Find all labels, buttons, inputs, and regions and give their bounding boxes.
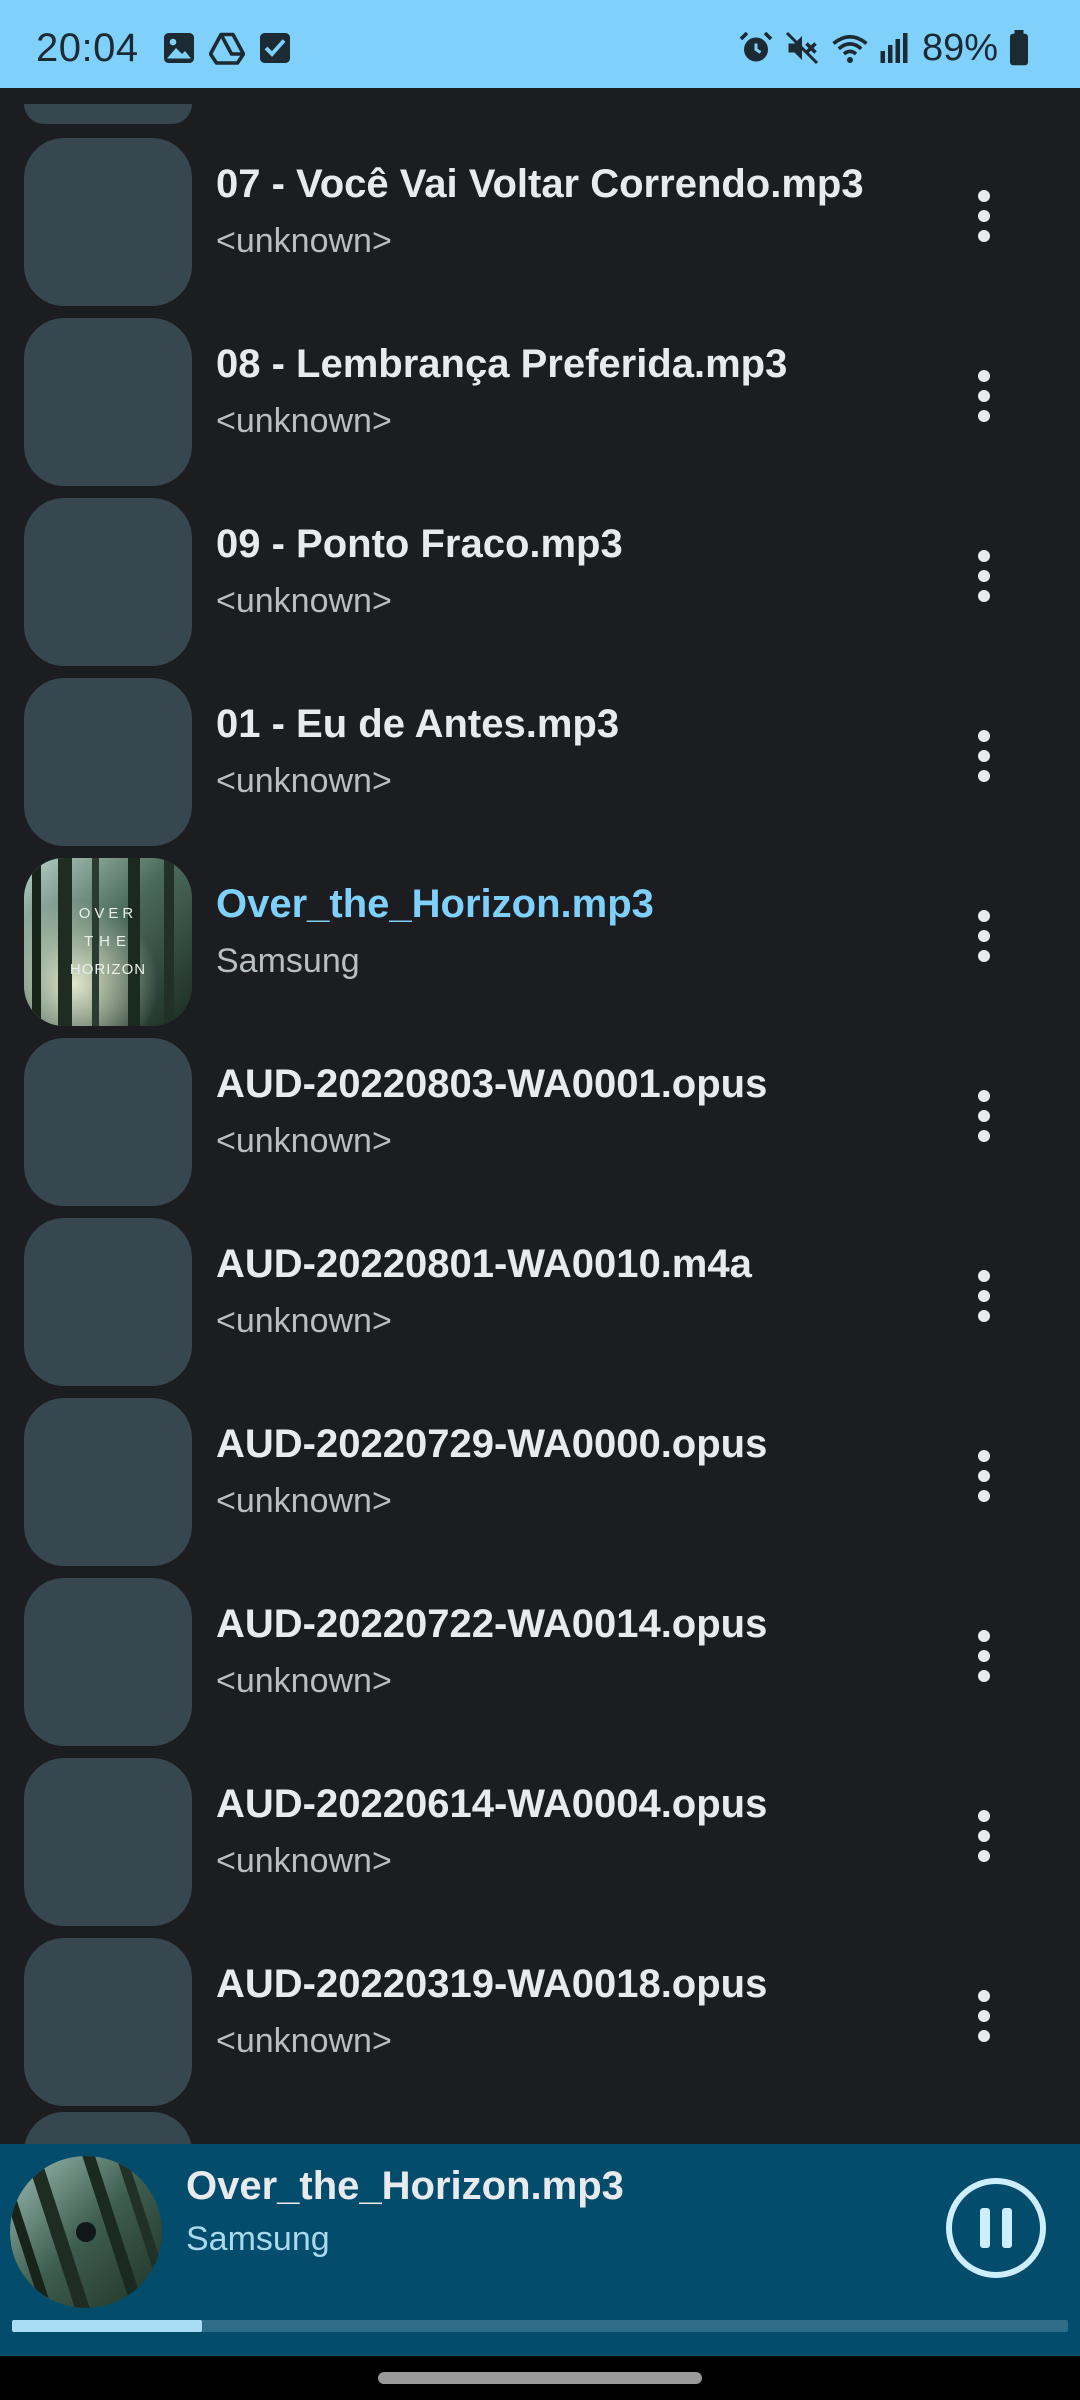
more-vert-icon — [978, 910, 990, 962]
status-bar: 20:04 89% — [0, 0, 1080, 88]
album-art-text-line2: THE — [84, 933, 132, 950]
song-title: 09 - Ponto Fraco.mp3 — [216, 522, 623, 566]
playback-progress-bar[interactable] — [12, 2320, 1068, 2332]
song-row[interactable]: 07 - Você Vai Voltar Correndo.mp3 <unknow… — [0, 126, 1080, 306]
album-art — [24, 678, 192, 846]
song-row[interactable]: OVER THE HORIZON Over_the_Horizon.mp3 Samsun… — [0, 846, 1080, 1026]
battery-percent: 89% — [921, 26, 998, 69]
song-row[interactable]: AUD-20220803-WA0001.opus <unknown> — [0, 1026, 1080, 1206]
song-list[interactable]: 07 - Você Vai Voltar Correndo.mp3 <unknow… — [0, 88, 1080, 2144]
album-art — [24, 138, 192, 306]
song-title: Over_the_Horizon.mp3 — [216, 882, 654, 926]
song-title: 07 - Você Vai Voltar Correndo.mp3 — [216, 162, 864, 206]
album-art-text-line1: OVER — [79, 905, 138, 922]
song-title: AUD-20220614-WA0004.opus — [216, 1782, 768, 1826]
more-options-button[interactable] — [956, 348, 1012, 444]
album-art — [24, 498, 192, 666]
album-art — [24, 318, 192, 486]
more-options-button[interactable] — [956, 1968, 1012, 2064]
battery-icon — [1008, 30, 1044, 66]
song-artist: Samsung — [216, 942, 360, 980]
song-artist: <unknown> — [216, 762, 392, 800]
partial-album-art — [24, 2112, 192, 2144]
partial-album-art — [24, 104, 192, 124]
now-playing-album-art[interactable] — [10, 2156, 162, 2308]
more-vert-icon — [978, 550, 990, 602]
song-row[interactable]: 09 - Ponto Fraco.mp3 <unknown> — [0, 486, 1080, 666]
more-vert-icon — [978, 1090, 990, 1142]
song-row[interactable]: AUD-20220614-WA0004.opus <unknown> — [0, 1746, 1080, 1926]
album-art — [24, 1758, 192, 1926]
more-options-button[interactable] — [956, 888, 1012, 984]
song-artist: <unknown> — [216, 2022, 392, 2060]
song-row[interactable]: 01 - Eu de Antes.mp3 <unknown> — [0, 666, 1080, 846]
wifi-icon — [830, 30, 868, 66]
song-title: AUD-20220803-WA0001.opus — [216, 1062, 768, 1106]
song-artist: <unknown> — [216, 1842, 392, 1880]
now-playing-artist: Samsung — [186, 2220, 330, 2258]
song-title: AUD-20220319-WA0018.opus — [216, 1962, 768, 2006]
more-vert-icon — [978, 730, 990, 782]
checkbox-icon — [257, 30, 293, 66]
drive-icon — [208, 30, 245, 66]
more-vert-icon — [978, 370, 990, 422]
more-vert-icon — [978, 1990, 990, 2042]
more-vert-icon — [978, 1810, 990, 1862]
home-gesture-handle[interactable] — [378, 2372, 702, 2384]
album-art — [24, 1578, 192, 1746]
pause-icon — [946, 2178, 1046, 2278]
song-row[interactable]: 08 - Lembrança Preferida.mp3 <unknown> — [0, 306, 1080, 486]
more-vert-icon — [978, 1630, 990, 1682]
album-art — [24, 1038, 192, 1206]
more-vert-icon — [978, 1270, 990, 1322]
status-time: 20:04 — [36, 25, 139, 70]
signal-icon — [876, 30, 912, 66]
song-artist: <unknown> — [216, 1662, 392, 1700]
song-row[interactable]: AUD-20220319-WA0018.opus <unknown> — [0, 1926, 1080, 2106]
album-art: OVER THE HORIZON — [24, 858, 192, 1026]
more-options-button[interactable] — [956, 708, 1012, 804]
alarm-icon — [738, 30, 774, 66]
more-options-button[interactable] — [956, 528, 1012, 624]
gesture-nav-area — [0, 2356, 1080, 2400]
album-art — [24, 1938, 192, 2106]
song-row[interactable]: AUD-20220722-WA0014.opus <unknown> — [0, 1566, 1080, 1746]
more-options-button[interactable] — [956, 1068, 1012, 1164]
song-artist: <unknown> — [216, 1122, 392, 1160]
song-title: 08 - Lembrança Preferida.mp3 — [216, 342, 788, 386]
song-row[interactable]: AUD-20220729-WA0000.opus <unknown> — [0, 1386, 1080, 1566]
album-art — [24, 1218, 192, 1386]
more-options-button[interactable] — [956, 168, 1012, 264]
playback-progress-fill — [12, 2320, 203, 2332]
more-vert-icon — [978, 1450, 990, 1502]
song-artist: <unknown> — [216, 222, 392, 260]
more-options-button[interactable] — [956, 1248, 1012, 1344]
mute-icon — [784, 30, 820, 66]
album-art-text-line3: HORIZON — [70, 961, 146, 978]
album-art — [24, 1398, 192, 1566]
more-options-button[interactable] — [956, 1608, 1012, 1704]
now-playing-title: Over_the_Horizon.mp3 — [186, 2164, 624, 2208]
song-title: AUD-20220729-WA0000.opus — [216, 1422, 768, 1466]
song-artist: <unknown> — [216, 582, 392, 620]
song-artist: <unknown> — [216, 402, 392, 440]
more-vert-icon — [978, 190, 990, 242]
more-options-button[interactable] — [956, 1428, 1012, 1524]
pause-button[interactable] — [944, 2176, 1048, 2280]
song-title: 01 - Eu de Antes.mp3 — [216, 702, 620, 746]
more-options-button[interactable] — [956, 1788, 1012, 1884]
song-title: AUD-20220801-WA0010.m4a — [216, 1242, 752, 1286]
now-playing-bar[interactable]: Over_the_Horizon.mp3 Samsung — [0, 2144, 1080, 2356]
song-artist: <unknown> — [216, 1302, 392, 1340]
song-title: AUD-20220722-WA0014.opus — [216, 1602, 768, 1646]
status-left: 20:04 — [36, 18, 293, 71]
status-right: 89% — [738, 19, 1044, 70]
song-artist: <unknown> — [216, 1482, 392, 1520]
song-row[interactable]: AUD-20220801-WA0010.m4a <unknown> — [0, 1206, 1080, 1386]
gallery-icon — [161, 30, 197, 66]
